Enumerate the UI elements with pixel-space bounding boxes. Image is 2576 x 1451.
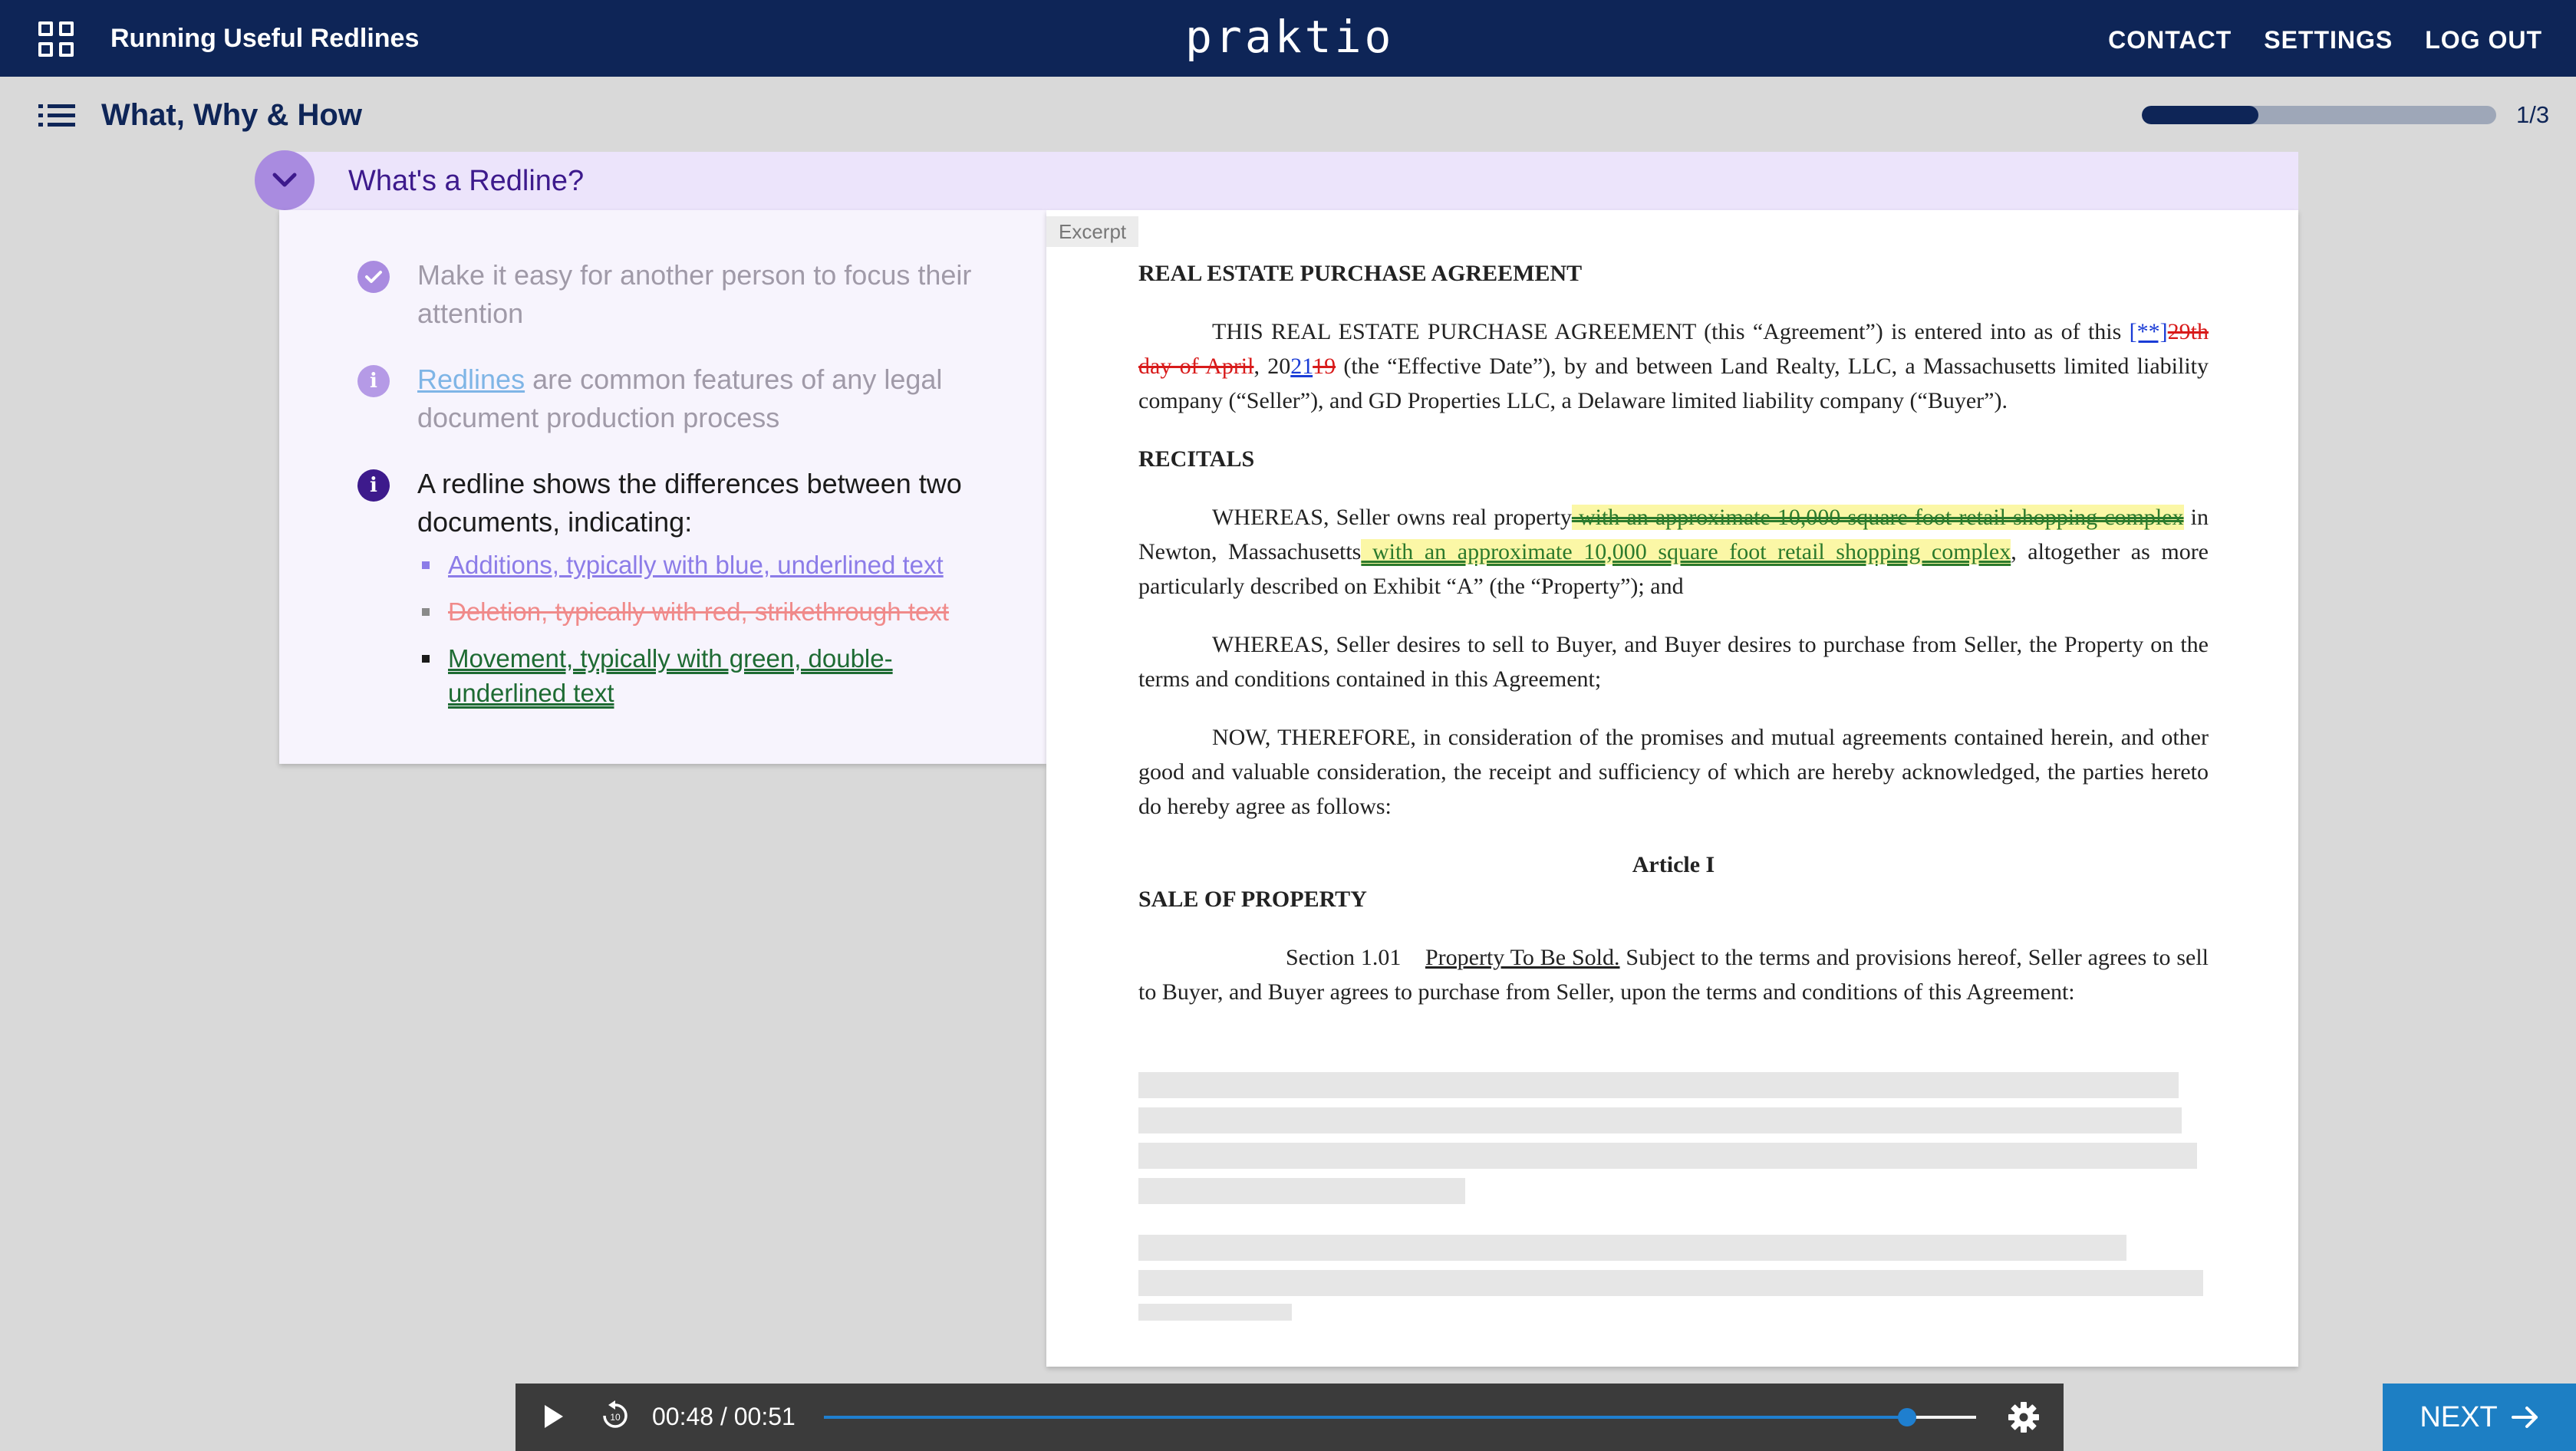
list-item-deletion: Deletion, typically with red, strikethro… (417, 594, 1000, 629)
document-excerpt: Excerpt REAL ESTATE PURCHASE AGREEMENT T… (1046, 210, 2298, 1367)
next-label: NEXT (2420, 1400, 2498, 1433)
chevron-down-icon (272, 173, 297, 187)
course-title: Running Useful Redlines (110, 24, 420, 53)
article-heading: Article I (1632, 852, 1715, 877)
apps-grid-icon[interactable] (38, 21, 74, 57)
brand-logo: praktio (1185, 11, 1395, 63)
redacted-line (1138, 1143, 2197, 1169)
redacted-line (1138, 1304, 1292, 1321)
paragraph-now-therefore: NOW, THEREFORE, in consideration of the … (1138, 725, 2209, 819)
recitals-heading: RECITALS (1138, 446, 1255, 472)
check-circle-icon (357, 261, 390, 293)
info-circle-icon: i (357, 365, 390, 397)
list-item-movement: Movement, typically with green, double-u… (417, 641, 1000, 710)
redacted-line (1138, 1107, 2182, 1133)
lesson-progress-label: 1/3 (2516, 101, 2550, 128)
card-title: What's a Redline? (348, 165, 585, 197)
svg-text:10: 10 (610, 1412, 621, 1423)
point-redline-definition: A redline shows the differences between … (417, 468, 962, 538)
seek-handle[interactable] (1897, 1408, 1916, 1426)
paragraph-section-101: Section 1.01 Property To Be Sold. Subjec… (1138, 945, 2209, 1005)
section-title: What, Why & How (101, 98, 362, 132)
paragraph-whereas-2: WHEREAS, Seller desires to sell to Buyer… (1138, 632, 2209, 692)
collapse-chevron-button[interactable] (255, 150, 315, 210)
paragraph-whereas-1: WHEREAS, Seller owns real property with … (1138, 505, 2209, 599)
point-redlines-common: Redlines are common features of any lega… (417, 364, 943, 433)
next-button[interactable]: NEXT (2383, 1384, 2576, 1451)
top-bar: Running Useful Redlines praktio CONTACT … (0, 0, 2576, 77)
redacted-line (1138, 1270, 2203, 1296)
lesson-progress-bar (2142, 106, 2496, 124)
info-circle-icon: i (357, 469, 390, 502)
key-points-panel: Make it easy for another person to focus… (279, 210, 1046, 764)
redacted-line (1138, 1072, 2179, 1098)
list-item-additions: Additions, typically with blue, underlin… (417, 548, 1000, 582)
redacted-line (1138, 1235, 2126, 1261)
arrow-right-icon (2511, 1407, 2538, 1428)
redacted-line (1138, 1178, 1465, 1204)
logout-link[interactable]: LOG OUT (2425, 25, 2542, 55)
contact-link[interactable]: CONTACT (2108, 25, 2232, 55)
replay-10-icon[interactable]: 10 (600, 1400, 631, 1431)
menu-list-icon[interactable] (38, 104, 75, 127)
document-title: REAL ESTATE PURCHASE AGREEMENT (1138, 261, 1583, 286)
article-title: SALE OF PROPERTY (1138, 887, 1367, 912)
video-seek-slider[interactable] (824, 1408, 1976, 1426)
redlines-link[interactable]: Redlines (417, 364, 525, 395)
redline-types-list: Additions, typically with blue, underlin… (417, 548, 1000, 722)
play-icon[interactable] (545, 1405, 563, 1428)
settings-link[interactable]: SETTINGS (2264, 25, 2393, 55)
excerpt-label: Excerpt (1046, 216, 1139, 247)
paragraph-intro: THIS REAL ESTATE PURCHASE AGREEMENT (thi… (1138, 319, 2209, 413)
point-focus-attention: Make it easy for another person to focus… (417, 259, 972, 329)
video-time: 00:48 / 00:51 (652, 1403, 796, 1430)
top-nav: CONTACT SETTINGS LOG OUT (2108, 25, 2542, 55)
gear-icon[interactable] (2007, 1400, 2041, 1434)
